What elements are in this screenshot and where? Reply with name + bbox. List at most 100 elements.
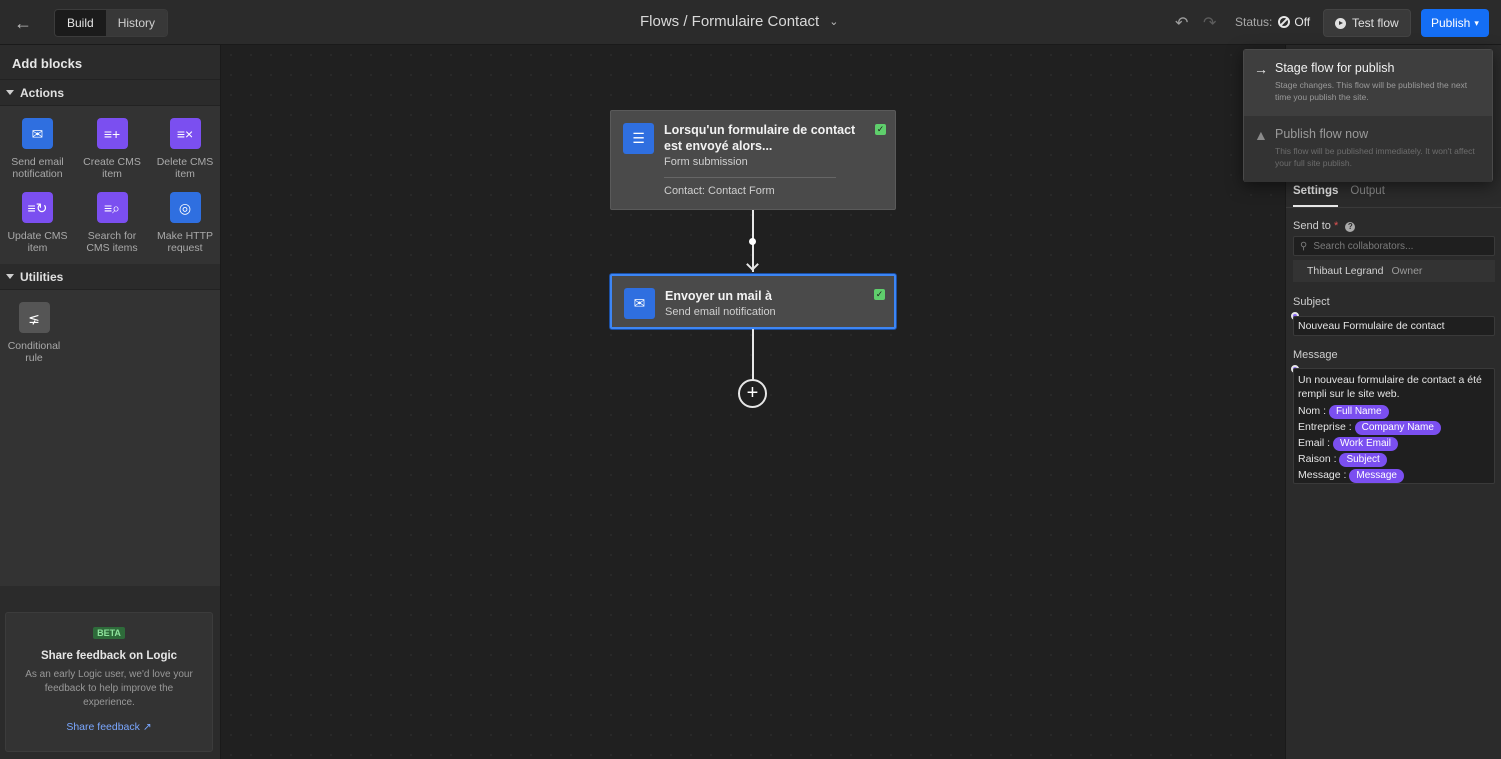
share-feedback-label: Share feedback — [66, 721, 140, 733]
search-placeholder: Search collaborators... — [1313, 240, 1414, 252]
block-label: Create CMS item — [83, 156, 141, 180]
undo-icon[interactable]: ↶ — [1175, 13, 1188, 33]
status-label: Status: — [1235, 15, 1273, 29]
publish-dropdown: → Stage flow for publish Stage changes. … — [1243, 49, 1493, 182]
panel-tabs: Settings Output — [1293, 185, 1385, 207]
subject-field[interactable]: Nouveau Formulaire de contact — [1293, 316, 1495, 336]
node-title: Lorsqu'un formulaire de contact est envo… — [664, 123, 856, 153]
block-delete-cms[interactable]: ≡× Delete CMS item — [149, 114, 221, 180]
variable-pill[interactable]: Subject — [1339, 453, 1387, 467]
block-label: Send email notification — [11, 156, 64, 180]
variable-pill[interactable]: Company Name — [1354, 421, 1441, 435]
test-flow-label: Test flow — [1352, 16, 1399, 30]
status-indicator: Status: Off — [1235, 15, 1310, 29]
node-subtitle: Send email notification — [665, 306, 776, 318]
arrow-right-icon: → — [1254, 61, 1268, 77]
external-link-icon: ↗ — [142, 721, 152, 733]
utilities-label: Utilities — [20, 269, 64, 284]
block-conditional-rule[interactable]: ⪇ Conditional rule — [0, 298, 68, 364]
node-detail: Contact: Contact Form — [664, 185, 775, 197]
feedback-card: BETA Share feedback on Logic As an early… — [5, 612, 213, 752]
message-row: Message : Message — [1298, 467, 1490, 483]
node-divider — [664, 177, 836, 178]
check-icon: ✓ — [874, 289, 885, 300]
message-row: Raison : Subject — [1298, 451, 1490, 467]
stage-flow-option[interactable]: → Stage flow for publish Stage changes. … — [1244, 50, 1492, 116]
tab-output[interactable]: Output — [1350, 185, 1385, 207]
block-create-cms[interactable]: ≡+ Create CMS item — [75, 114, 149, 180]
collaborator-row[interactable]: Thibaut Legrand Owner — [1293, 260, 1495, 282]
chevron-down-icon: ▾ — [1474, 17, 1479, 28]
test-flow-button[interactable]: Test flow — [1323, 9, 1411, 37]
message-row: Nom : Full Name — [1298, 403, 1490, 419]
search-collaborators-input[interactable]: ⚲ Search collaborators... — [1293, 236, 1495, 256]
connector-arrow — [746, 258, 759, 271]
option-description: Stage changes. This flow will be publish… — [1275, 80, 1468, 102]
subject-label: Subject — [1293, 296, 1330, 308]
publish-button[interactable]: Publish ▾ — [1421, 9, 1489, 37]
block-http-request[interactable]: ◎ Make HTTP request — [149, 188, 221, 254]
check-icon: ✓ — [875, 124, 886, 135]
block-label: Delete CMS item — [156, 156, 214, 180]
tab-history[interactable]: History — [105, 10, 168, 36]
tab-settings[interactable]: Settings — [1293, 185, 1339, 207]
send-to-label: Send to * ? — [1293, 220, 1356, 232]
utilities-section-header[interactable]: Utilities — [0, 264, 220, 290]
message-intro: Un nouveau formulaire de contact a été r… — [1298, 374, 1482, 400]
cms-add-icon: ≡+ — [96, 118, 128, 149]
connector-dot — [749, 238, 756, 245]
add-step-button[interactable]: + — [738, 379, 767, 408]
mail-icon: ✉ — [624, 288, 655, 319]
message-label: Message — [1293, 349, 1338, 361]
required-mark: * — [1333, 220, 1339, 232]
help-icon[interactable]: ? — [1345, 222, 1356, 232]
option-title: Stage flow for publish — [1275, 61, 1395, 75]
block-search-cms[interactable]: ≡⌕ Search for CMS items — [75, 188, 149, 254]
tab-build[interactable]: Build — [55, 10, 106, 36]
option-title: Publish flow now — [1275, 127, 1369, 141]
block-update-cms[interactable]: ≡↻ Update CMS item — [0, 188, 75, 254]
flow-title[interactable]: Flows / Formulaire Contact ⌄ — [640, 13, 838, 30]
search-icon: ⚲ — [1300, 240, 1308, 252]
feedback-body: As an early Logic user, we'd love your f… — [25, 669, 193, 708]
variable-pill[interactable]: Full Name — [1328, 405, 1389, 419]
globe-icon: ◎ — [169, 192, 201, 223]
publish-label: Publish — [1431, 16, 1471, 30]
share-feedback-link[interactable]: Share feedback ↗ — [6, 721, 212, 733]
publish-now-option[interactable]: ▲ Publish flow now This flow will be pub… — [1244, 116, 1492, 182]
send-to-text: Send to — [1293, 220, 1331, 232]
flow-canvas[interactable]: ☰ ✓ Lorsqu'un formulaire de contact est … — [221, 45, 1285, 759]
node-subtitle: Form submission — [664, 156, 748, 168]
option-description: This flow will be published immediately.… — [1275, 146, 1475, 168]
actions-section-header[interactable]: Actions — [0, 80, 220, 106]
block-label: Search for CMS items — [86, 230, 138, 254]
email-node[interactable]: ✉ ✓ Envoyer un mail à Send email notific… — [610, 274, 896, 329]
collaborator-role: Owner — [1391, 265, 1423, 277]
cms-delete-icon: ≡× — [169, 118, 201, 149]
cms-search-icon: ≡⌕ — [96, 192, 128, 223]
chevron-down-icon: ⌄ — [829, 16, 839, 28]
trigger-node[interactable]: ☰ ✓ Lorsqu'un formulaire de contact est … — [610, 110, 896, 210]
utilities-grid: ⪇ Conditional rule — [0, 290, 220, 586]
actions-label: Actions — [20, 85, 65, 100]
redo-icon[interactable]: ↷ — [1203, 13, 1216, 33]
message-row: Entreprise : Company Name — [1298, 419, 1490, 435]
add-blocks-panel: Add blocks Actions ✉ Send email notifica… — [0, 45, 221, 759]
branch-icon: ⪇ — [18, 302, 50, 333]
tab-divider — [1286, 207, 1501, 208]
panel-title: Add blocks — [0, 45, 220, 80]
back-arrow-icon[interactable]: ← — [10, 10, 36, 36]
top-bar: ← Build History Flows / Formulaire Conta… — [0, 0, 1501, 45]
collaborator-name: Thibaut Legrand — [1307, 265, 1384, 277]
rocket-icon: ▲ — [1254, 127, 1268, 143]
block-send-email[interactable]: ✉ Send email notification — [0, 114, 75, 180]
caret-down-icon — [6, 274, 14, 279]
variable-pill[interactable]: Work Email — [1333, 437, 1398, 451]
message-field[interactable]: Un nouveau formulaire de contact a été r… — [1293, 368, 1495, 484]
variable-pill[interactable]: Message — [1349, 469, 1404, 483]
connector-line — [752, 329, 754, 380]
status-toggle[interactable]: Off — [1278, 15, 1310, 29]
node-title: Envoyer un mail à — [665, 289, 772, 303]
form-icon: ☰ — [623, 123, 654, 154]
block-label: Update CMS item — [7, 230, 68, 254]
